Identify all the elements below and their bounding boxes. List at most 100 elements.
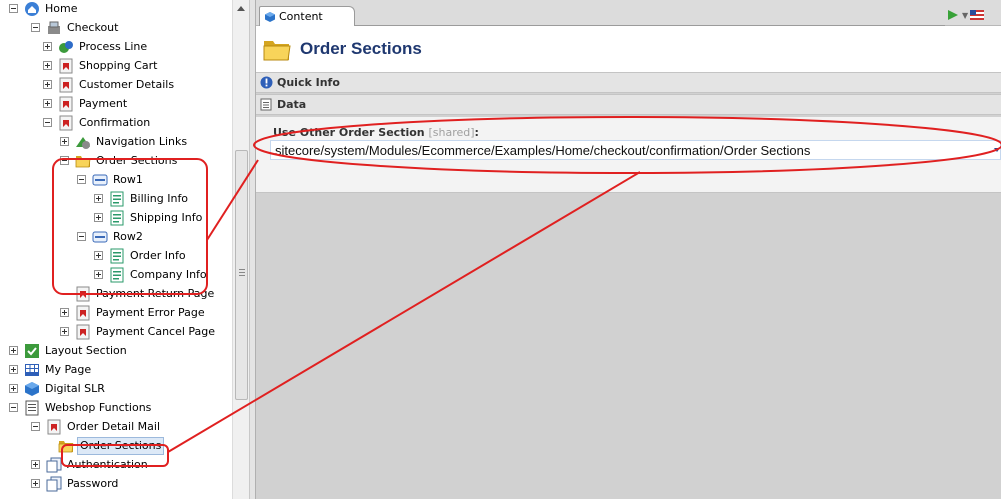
expand-icon[interactable]: [9, 365, 18, 374]
tree-node-label[interactable]: Shipping Info: [128, 210, 204, 226]
tree-node[interactable]: Order Detail Mail: [31, 417, 162, 436]
tree-node[interactable]: Payment: [43, 94, 129, 113]
chevron-down-icon[interactable]: [994, 141, 1000, 159]
tree-node[interactable]: Payment Cancel Page: [60, 322, 217, 341]
language-flag-icon[interactable]: [970, 10, 985, 20]
expand-icon[interactable]: [60, 137, 69, 146]
tree-node-label[interactable]: Billing Info: [128, 191, 190, 207]
collapse-icon[interactable]: [9, 4, 18, 13]
tree-node-label[interactable]: Confirmation: [77, 115, 152, 131]
collapse-icon[interactable]: [9, 403, 18, 412]
tree-node-label[interactable]: Order Info: [128, 248, 188, 264]
tree-node[interactable]: Shopping Cart: [43, 56, 159, 75]
expand-icon[interactable]: [43, 80, 52, 89]
tree-node[interactable]: Layout Section: [9, 341, 129, 360]
expand-icon[interactable]: [43, 61, 52, 70]
tree-scrollbar[interactable]: [232, 0, 249, 499]
page-red-icon: [75, 286, 91, 302]
tree-node[interactable]: Row2: [77, 227, 145, 246]
collapse-icon[interactable]: [31, 23, 40, 32]
chevron-down-icon[interactable]: ▼: [962, 11, 968, 20]
tree-node-label[interactable]: Webshop Functions: [43, 400, 153, 416]
expand-icon[interactable]: [94, 194, 103, 203]
tree-node-label[interactable]: Row1: [111, 172, 145, 188]
tree-node-label[interactable]: Authentication: [65, 457, 150, 473]
field-label-colon: :: [474, 126, 479, 139]
tree-node-label[interactable]: Password: [65, 476, 120, 492]
tree-node[interactable]: My Page: [9, 360, 93, 379]
collapse-icon[interactable]: [60, 156, 69, 165]
tree-node-label[interactable]: Layout Section: [43, 343, 129, 359]
expand-icon[interactable]: [60, 308, 69, 317]
tree-node[interactable]: Authentication: [31, 455, 150, 474]
tree-node[interactable]: Webshop Functions: [9, 398, 153, 417]
tree-node-label[interactable]: Process Line: [77, 39, 149, 55]
tree-node[interactable]: Payment Error Page: [60, 303, 207, 322]
tree-node[interactable]: Order Sections: [60, 151, 179, 170]
tree-node[interactable]: Password: [31, 474, 120, 493]
tree-node-label[interactable]: Checkout: [65, 20, 120, 36]
tree-node[interactable]: Home: [9, 0, 79, 18]
tree-node[interactable]: Order Info: [94, 246, 188, 265]
navigate-icon[interactable]: [946, 8, 960, 22]
tree-node-label[interactable]: Payment: [77, 96, 129, 112]
layout-icon: [24, 343, 40, 359]
collapse-icon[interactable]: [31, 422, 40, 431]
tree-node-label[interactable]: Customer Details: [77, 77, 176, 93]
tree-node-label[interactable]: My Page: [43, 362, 93, 378]
tree-node-label[interactable]: Digital SLR: [43, 381, 107, 397]
tree-node[interactable]: Confirmation: [43, 113, 152, 132]
collapse-icon[interactable]: [43, 118, 52, 127]
order-section-select[interactable]: sitecore/system/Modules/Ecommerce/Exampl…: [270, 140, 1001, 160]
tree-node-label[interactable]: Payment Error Page: [94, 305, 207, 321]
tree-node[interactable]: Row1: [77, 170, 145, 189]
expand-icon[interactable]: [94, 213, 103, 222]
form-icon: [109, 210, 125, 226]
collapse-icon[interactable]: [77, 232, 86, 241]
navigation-links-icon: [75, 134, 91, 150]
expand-icon[interactable]: [43, 99, 52, 108]
tree-node[interactable]: Digital SLR: [9, 379, 107, 398]
section-data[interactable]: Data: [256, 94, 1001, 115]
tree-node[interactable]: Order Sections: [43, 436, 165, 455]
tree-node-label[interactable]: Company Info: [128, 267, 209, 283]
document-icon: [24, 400, 40, 416]
tab-content[interactable]: Content: [259, 6, 355, 26]
expand-icon[interactable]: [43, 42, 52, 51]
tree-node[interactable]: Company Info: [94, 265, 209, 284]
tree-node[interactable]: Shipping Info: [94, 208, 204, 227]
tree-node[interactable]: Payment Return Page: [60, 284, 216, 303]
section-label: Quick Info: [277, 76, 340, 89]
tree-node[interactable]: Customer Details: [43, 75, 176, 94]
scroll-thumb[interactable]: [235, 150, 248, 400]
expand-icon[interactable]: [94, 270, 103, 279]
tree-node-label[interactable]: Shopping Cart: [77, 58, 159, 74]
scroll-up-arrow[interactable]: [237, 6, 245, 11]
expand-icon[interactable]: [9, 346, 18, 355]
tree-node-label[interactable]: Order Sections: [94, 153, 179, 169]
pane-splitter[interactable]: [249, 0, 256, 499]
page-red-icon: [58, 58, 74, 74]
row-icon: [92, 172, 108, 188]
expand-icon[interactable]: [31, 479, 40, 488]
tree-node[interactable]: Billing Info: [94, 189, 190, 208]
tree-node-label[interactable]: Order Detail Mail: [65, 419, 162, 435]
tree-node-label[interactable]: Navigation Links: [94, 134, 189, 150]
tree-node-label[interactable]: Order Sections: [77, 436, 165, 455]
expand-icon[interactable]: [9, 384, 18, 393]
tree-node[interactable]: Checkout: [31, 18, 120, 37]
expand-icon[interactable]: [60, 327, 69, 336]
tree-node[interactable]: Navigation Links: [60, 132, 189, 151]
tree-node-label[interactable]: Row2: [111, 229, 145, 245]
tree-node[interactable]: Process Line: [43, 37, 149, 56]
page-red-icon: [58, 115, 74, 131]
tree-node-label[interactable]: Payment Return Page: [94, 286, 216, 302]
expand-icon[interactable]: [94, 251, 103, 260]
tree-node-label[interactable]: Payment Cancel Page: [94, 324, 217, 340]
expand-icon[interactable]: [31, 460, 40, 469]
tree-node-label[interactable]: Home: [43, 1, 79, 17]
content-tree: Home Checkout Process Line Shopping Cart Cus…: [0, 0, 232, 499]
collapse-icon[interactable]: [77, 175, 86, 184]
folder-icon: [58, 438, 74, 454]
section-quick-info[interactable]: Quick Info: [256, 72, 1001, 93]
